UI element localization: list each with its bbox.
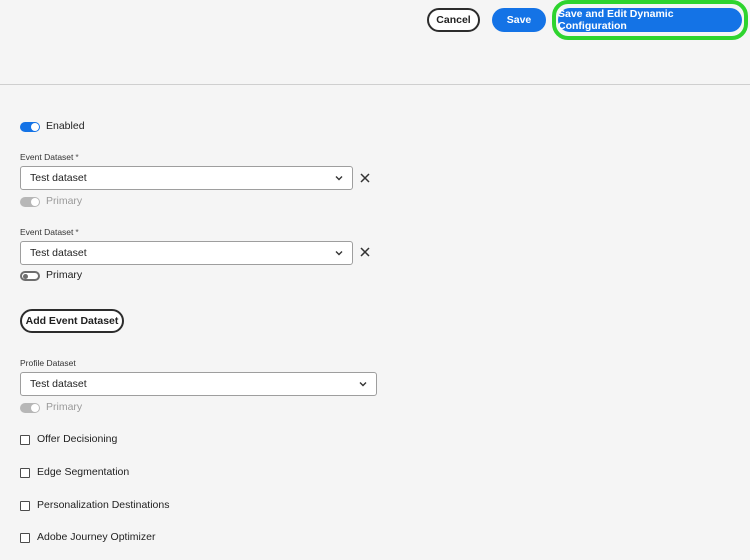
profile-primary-label: Primary: [46, 401, 83, 413]
chevron-down-icon: [335, 251, 343, 256]
adobe-journey-optimizer-label: Adobe Journey Optimizer: [37, 531, 156, 543]
primary-switch-1[interactable]: [20, 197, 40, 207]
add-event-dataset-button[interactable]: Add Event Dataset: [20, 309, 124, 333]
enabled-label: Enabled: [46, 120, 85, 132]
primary-switch-2[interactable]: [20, 271, 40, 281]
event-dataset-select-1[interactable]: Test dataset: [20, 166, 353, 190]
profile-primary-switch[interactable]: [20, 403, 40, 413]
primary-label-2: Primary: [46, 269, 83, 281]
profile-dataset-value: Test dataset: [30, 378, 87, 390]
event-dataset-label-text: Event Dataset: [20, 152, 74, 162]
event-dataset-label-1: Event Dataset *: [20, 152, 79, 162]
close-icon[interactable]: [359, 246, 371, 258]
required-asterisk: *: [75, 152, 79, 162]
switch-knob: [31, 123, 39, 131]
event-dataset-label-text: Event Dataset: [20, 227, 74, 237]
event-dataset-label-2: Event Dataset *: [20, 227, 79, 237]
event-dataset-select-2[interactable]: Test dataset: [20, 241, 353, 265]
edge-segmentation-checkbox[interactable]: [20, 468, 30, 478]
profile-dataset-label: Profile Dataset: [20, 358, 76, 368]
event-dataset-value-1: Test dataset: [30, 172, 87, 184]
profile-dataset-select[interactable]: Test dataset: [20, 372, 377, 396]
primary-label-1: Primary: [46, 195, 83, 207]
edge-segmentation-label: Edge Segmentation: [37, 466, 130, 478]
event-dataset-value-2: Test dataset: [30, 247, 87, 259]
personalization-destinations-checkbox[interactable]: [20, 501, 30, 511]
enabled-switch[interactable]: [20, 122, 40, 132]
required-asterisk: *: [75, 227, 79, 237]
personalization-destinations-label: Personalization Destinations: [37, 499, 170, 511]
top-bar: Cancel Save Save and Edit Dynamic Config…: [0, 0, 750, 85]
offer-decisioning-label: Offer Decisioning: [37, 433, 118, 445]
chevron-down-icon: [359, 382, 367, 387]
switch-knob: [23, 274, 28, 279]
switch-knob: [31, 404, 39, 412]
save-button[interactable]: Save: [492, 8, 546, 32]
save-and-edit-dynamic-configuration-button[interactable]: Save and Edit Dynamic Configuration: [558, 8, 742, 32]
adobe-journey-optimizer-checkbox[interactable]: [20, 533, 30, 543]
close-icon[interactable]: [359, 172, 371, 184]
cancel-button[interactable]: Cancel: [427, 8, 480, 32]
offer-decisioning-checkbox[interactable]: [20, 435, 30, 445]
switch-knob: [31, 198, 39, 206]
chevron-down-icon: [335, 176, 343, 181]
